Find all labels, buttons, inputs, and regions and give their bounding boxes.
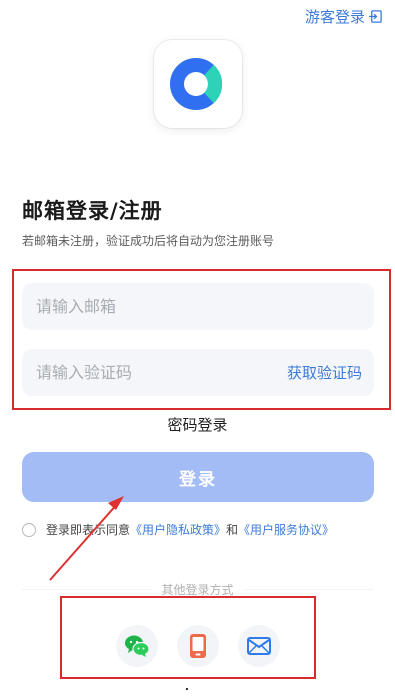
agreement-checkbox[interactable]: [22, 522, 36, 537]
phone-icon: [190, 634, 206, 658]
password-login-link[interactable]: 密码登录: [0, 414, 395, 435]
guest-login-label: 游客登录: [304, 8, 365, 26]
guest-login-link[interactable]: 游客登录: [305, 6, 383, 27]
stray-dot: [186, 688, 188, 690]
privacy-policy-link[interactable]: 《用户隐私政策》: [130, 523, 226, 537]
app-logo: [154, 40, 242, 128]
page-title: 邮箱登录/注册: [22, 199, 163, 223]
service-agreement-link[interactable]: 《用户服务协议》: [238, 523, 334, 537]
agreement-prefix: 登录即表示同意: [46, 523, 131, 537]
phone-login-button[interactable]: [177, 625, 219, 667]
input-highlight-box: [12, 269, 391, 410]
app-logo-icon: [170, 58, 223, 110]
wechat-login-button[interactable]: [116, 625, 158, 667]
agreement-row: 登录即表示同意《用户隐私政策》和《用户服务协议》: [22, 521, 334, 538]
page-subtitle: 若邮箱未注册，验证成功后将自动为您注册账号: [22, 234, 275, 248]
exit-icon: [368, 10, 382, 23]
agreement-and: 和: [226, 523, 239, 537]
wechat-icon: [125, 635, 150, 657]
other-login-text: 其他登录方式: [151, 583, 244, 597]
mail-icon: [247, 637, 271, 655]
login-button[interactable]: 登录: [22, 452, 374, 502]
email-login-button[interactable]: [238, 625, 280, 667]
